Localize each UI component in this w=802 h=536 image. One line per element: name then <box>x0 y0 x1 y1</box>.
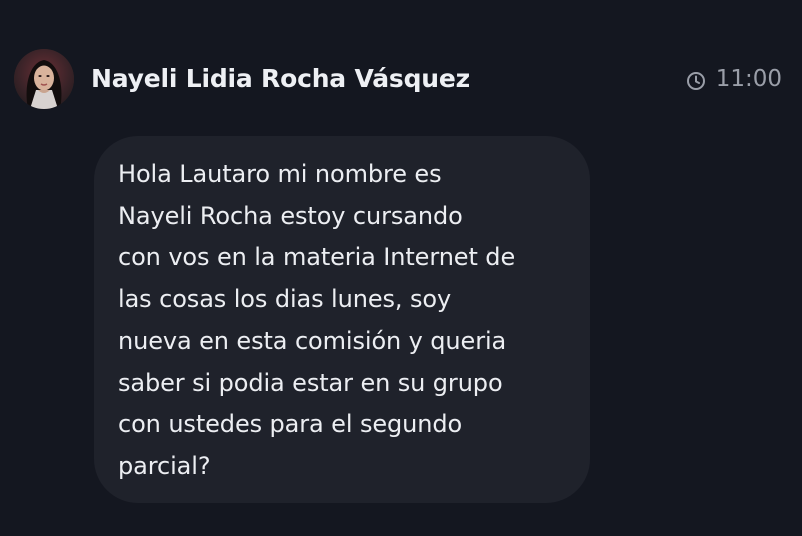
avatar-photo <box>14 49 74 109</box>
message-text: Hola Lautaro mi nombre es Nayeli Rocha e… <box>118 160 516 480</box>
clock-icon <box>686 69 706 90</box>
message-timestamp: 11:00 <box>686 64 782 94</box>
timestamp-text: 11:00 <box>715 66 782 92</box>
avatar[interactable] <box>14 49 74 109</box>
chat-message: Nayeli Lidia Rocha Vásquez 11:00 Hola La… <box>0 0 802 536</box>
message-bubble[interactable]: Hola Lautaro mi nombre es Nayeli Rocha e… <box>94 136 590 503</box>
sender-name[interactable]: Nayeli Lidia Rocha Vásquez <box>91 63 470 95</box>
